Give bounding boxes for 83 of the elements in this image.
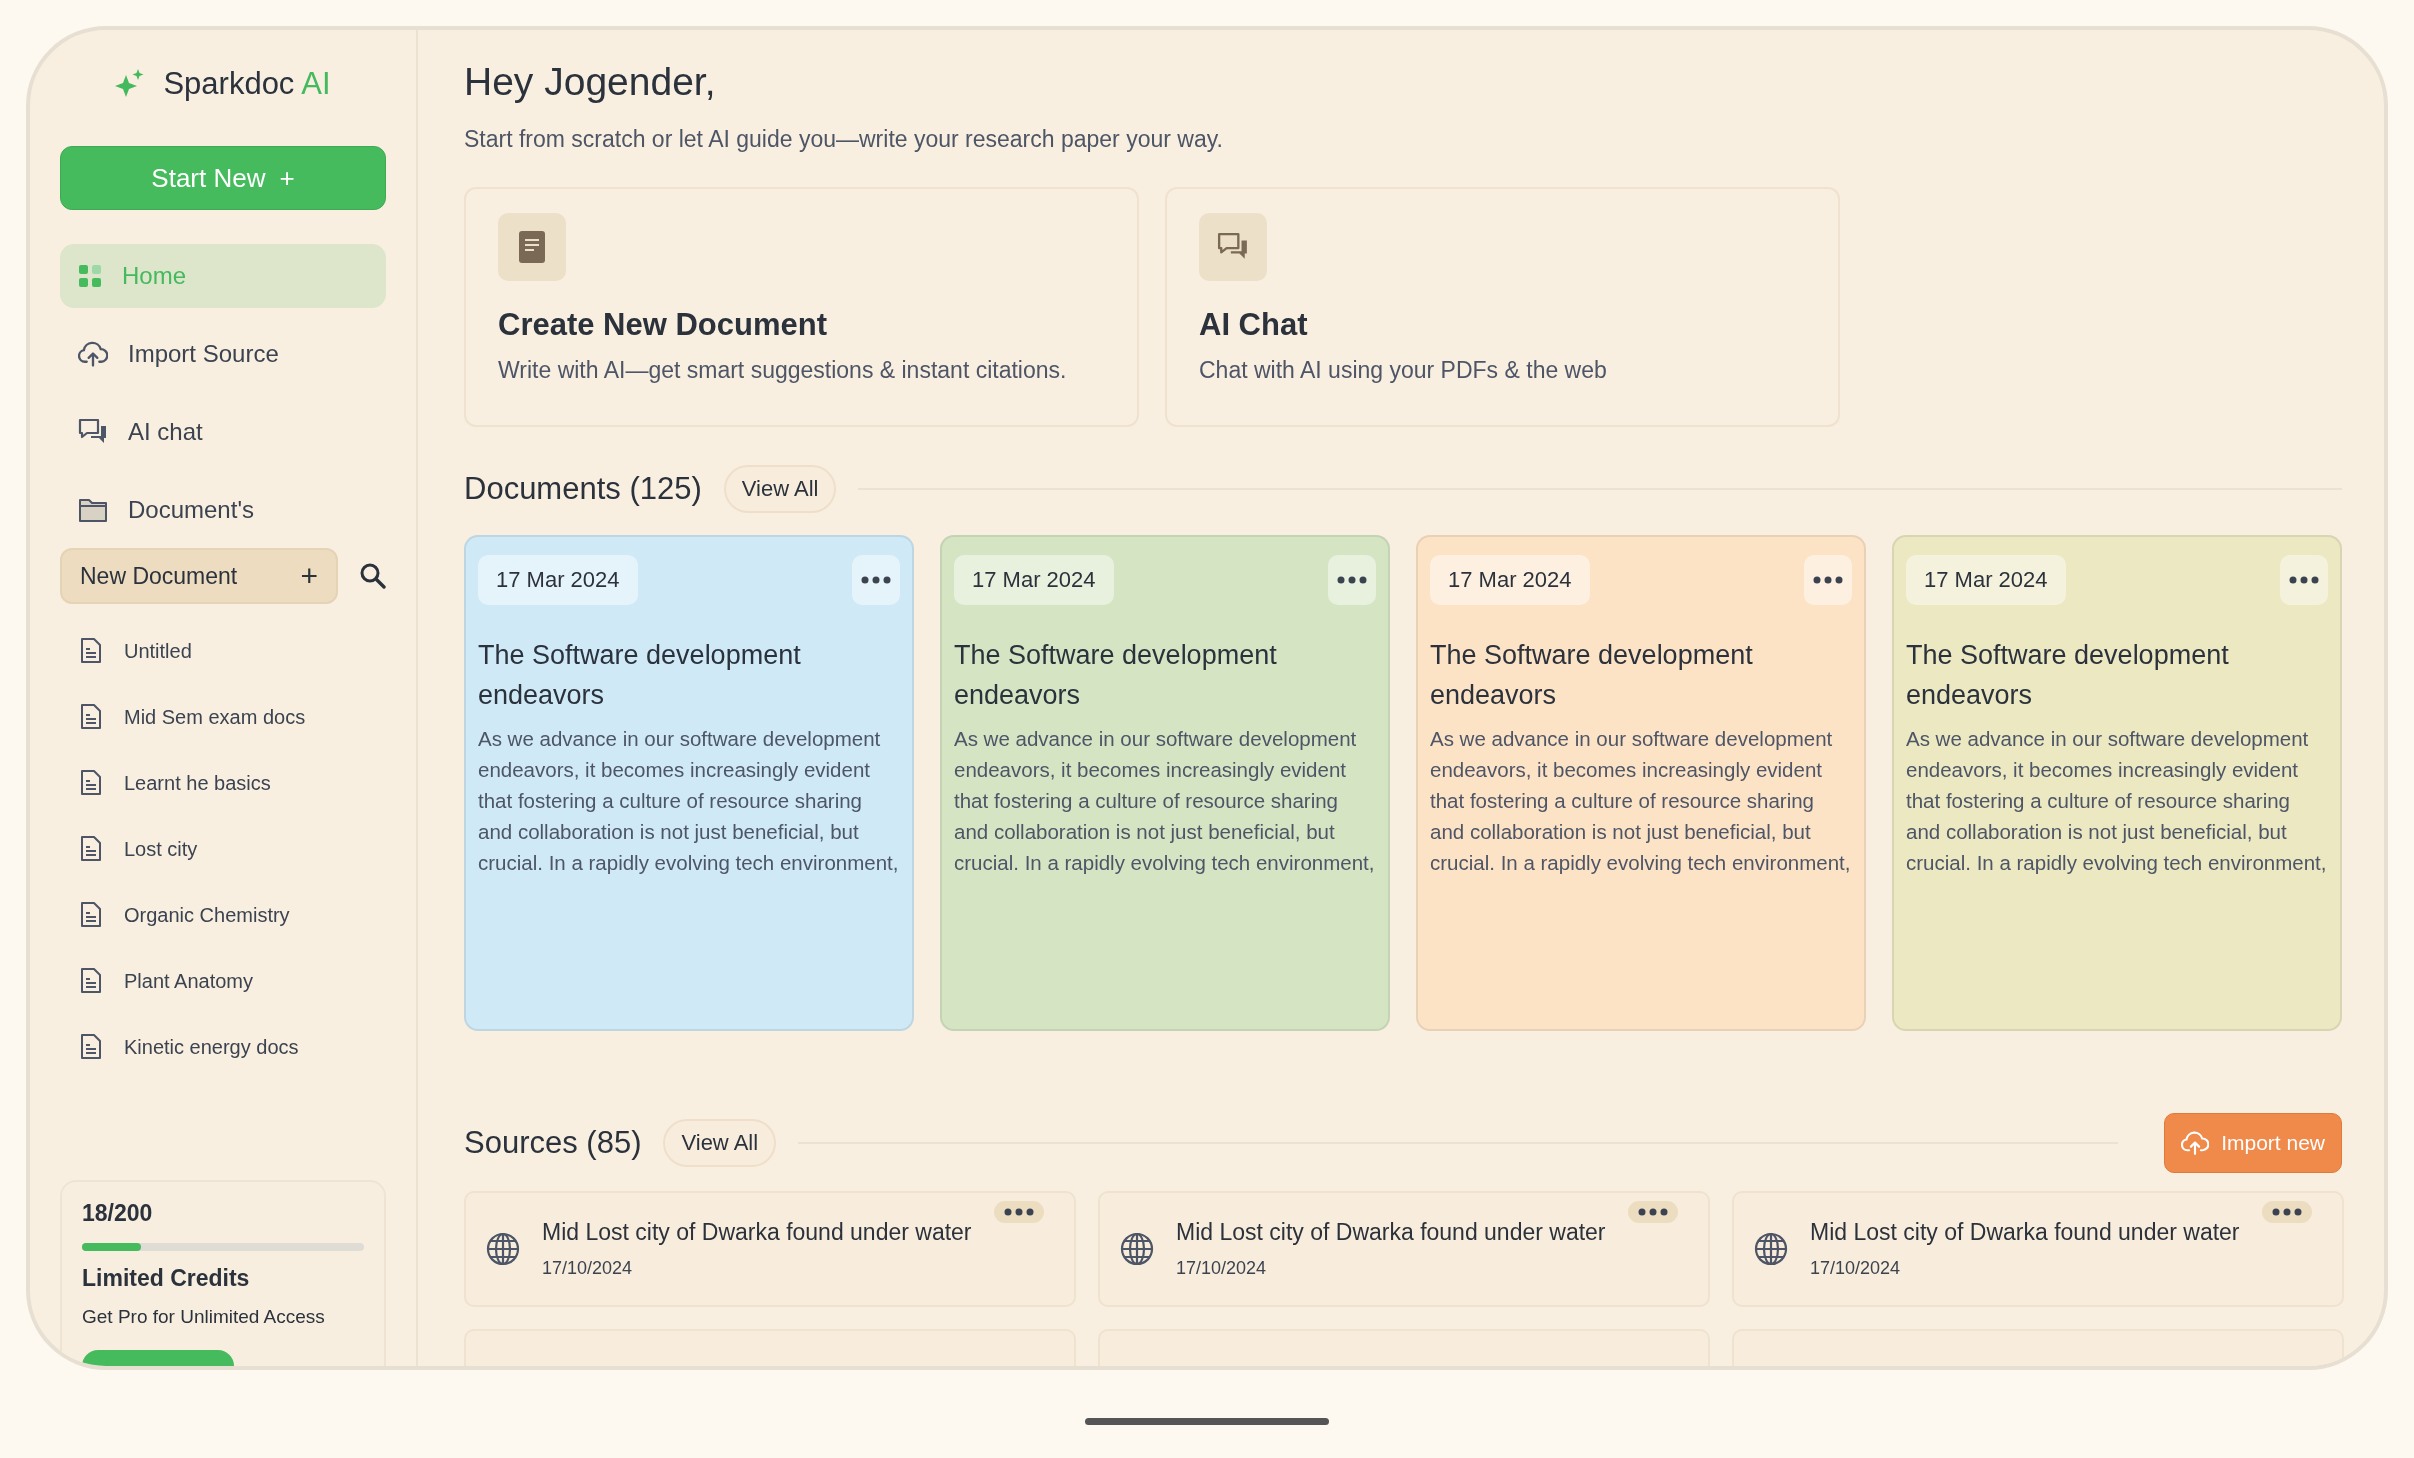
more-options-button[interactable] (994, 1201, 1044, 1223)
document-icon (80, 1034, 102, 1060)
greeting-subtitle: Start from scratch or let AI guide you—write your research paper your way. (464, 126, 1224, 153)
date-chip: 17 Mar 2024 (1430, 555, 1590, 605)
action-title: Create New Document (498, 307, 829, 343)
action-description: Chat with AI using your PDFs & the web (1199, 357, 1608, 384)
more-dots-icon (2272, 1208, 2302, 1216)
document-title: The Software development endeavors (954, 639, 1278, 712)
globe-icon (486, 1232, 520, 1266)
folder-icon (78, 497, 108, 523)
more-options-button[interactable] (2280, 555, 2328, 605)
document-excerpt: As we advance in our software development endeavors, it becomes increasingly evident that fostering a culture of resource sharing and collaboration is not just beneficial, but crucial. In a rapidly evolving tech environment, (478, 726, 900, 876)
cloud-upload-icon (2181, 1130, 2210, 1156)
source-date: 17/10/2024 (1176, 1258, 1268, 1279)
more-dots-icon (1813, 576, 1843, 584)
document-icon (80, 902, 102, 928)
grid-icon (78, 264, 102, 288)
more-options-button[interactable] (1328, 555, 1376, 605)
cloud-upload-icon (78, 340, 108, 368)
source-title: Mid Lost city of Dwarka found under water (1810, 1219, 2240, 1246)
globe-icon (1120, 1232, 1154, 1266)
section-title: Documents (125) (464, 471, 702, 507)
document-excerpt: As we advance in our software development endeavors, it becomes increasingly evident that fostering a culture of resource sharing and collaboration is not just beneficial, but crucial. In a rapidly evolving tech environment, (954, 726, 1376, 876)
document-excerpt: As we advance in our software development endeavors, it becomes increasingly evident that fostering a culture of resource sharing and collaboration is not just beneficial, but crucial. In a rapidly evolving tech environment, (1906, 726, 2328, 876)
document-icon (80, 638, 102, 664)
source-date: 17/10/2024 (1810, 1258, 1902, 1279)
document-list-item[interactable]: Organic Chemistry (60, 882, 386, 948)
app-logo-text: Sparkdoc AI (163, 66, 331, 102)
globe-icon (1754, 1232, 1788, 1266)
more-dots-icon (1638, 1208, 1668, 1216)
section-title: Sources (85) (464, 1125, 642, 1161)
credits-subtitle: Get Pro for Unlimited Access (82, 1306, 326, 1328)
document-title: The Software development endeavors (1906, 639, 2230, 712)
more-dots-icon (1337, 576, 1367, 584)
more-dots-icon (861, 576, 891, 584)
source-card[interactable]: Mid Lost city of Dwarka found under water 17/10/2024 (1732, 1191, 2344, 1307)
document-list-item[interactable]: Lost city (60, 816, 386, 882)
document-icon (80, 770, 102, 796)
sparkle-icon (115, 69, 146, 99)
action-card[interactable]: AI Chat Chat with AI using your PDFs & the web (1165, 187, 1840, 427)
document-card[interactable] (464, 535, 914, 1031)
more-options-button[interactable] (1628, 1201, 1678, 1223)
document-excerpt: As we advance in our software development endeavors, it becomes increasingly evident that fostering a culture of resource sharing and collaboration is not just beneficial, but crucial. In a rapidly evolving tech environment, (1430, 726, 1852, 876)
source-date: 17/10/2024 (542, 1258, 634, 1279)
document-list-item[interactable]: Learnt he basics (60, 750, 386, 816)
source-title: Mid Lost city of Dwarka found under water (1176, 1219, 1606, 1246)
more-options-button[interactable] (852, 555, 900, 605)
document-card[interactable] (1416, 535, 1866, 1031)
view-all-button[interactable]: View All (723, 465, 837, 513)
nav-item[interactable]: AI chat (60, 400, 386, 464)
source-title: Mid Lost city of Dwarka found under water (542, 1219, 972, 1246)
credits-count: 18/200 (82, 1200, 154, 1227)
credits-title: Limited Credits (82, 1265, 251, 1292)
more-options-button[interactable] (1804, 555, 1852, 605)
document-title: The Software development endeavors (478, 639, 802, 712)
nav-item[interactable]: Document's (60, 478, 386, 542)
document-title: The Software development endeavors (1430, 639, 1754, 712)
more-options-button[interactable] (2262, 1201, 2312, 1223)
view-all-button[interactable]: View All (663, 1119, 777, 1167)
greeting-heading: Hey Jogender, (464, 60, 717, 104)
search-icon[interactable] (360, 563, 386, 589)
document-card[interactable] (1892, 535, 2342, 1031)
action-description: Write with AI—get smart suggestions & instant citations. (498, 357, 1068, 384)
more-dots-icon (1004, 1208, 1034, 1216)
document-list-item[interactable]: Plant Anatomy (60, 948, 386, 1014)
document-list-item[interactable]: Untitled (60, 618, 386, 684)
document-list-item[interactable]: Kinetic energy docs (60, 1014, 386, 1080)
document-icon (519, 231, 545, 263)
source-card[interactable]: Mid Lost city of Dwarka found under water 17/10/2024 (464, 1191, 1076, 1307)
document-icon (80, 704, 102, 730)
action-card[interactable]: Create New Document Write with AI—get smart suggestions & instant citations. (464, 187, 1139, 427)
document-icon (80, 968, 102, 994)
document-list-item[interactable]: Mid Sem exam docs (60, 684, 386, 750)
document-card[interactable] (940, 535, 1390, 1031)
action-title: AI Chat (1199, 307, 1309, 343)
nav-item[interactable]: Import Source (60, 322, 386, 386)
more-dots-icon (2289, 576, 2319, 584)
new-document-button[interactable]: New Document + (60, 548, 338, 604)
document-icon (80, 836, 102, 862)
source-card[interactable]: Mid Lost city of Dwarka found under water 17/10/2024 (1098, 1191, 1710, 1307)
date-chip: 17 Mar 2024 (954, 555, 1114, 605)
date-chip: 17 Mar 2024 (478, 555, 638, 605)
date-chip: 17 Mar 2024 (1906, 555, 2066, 605)
